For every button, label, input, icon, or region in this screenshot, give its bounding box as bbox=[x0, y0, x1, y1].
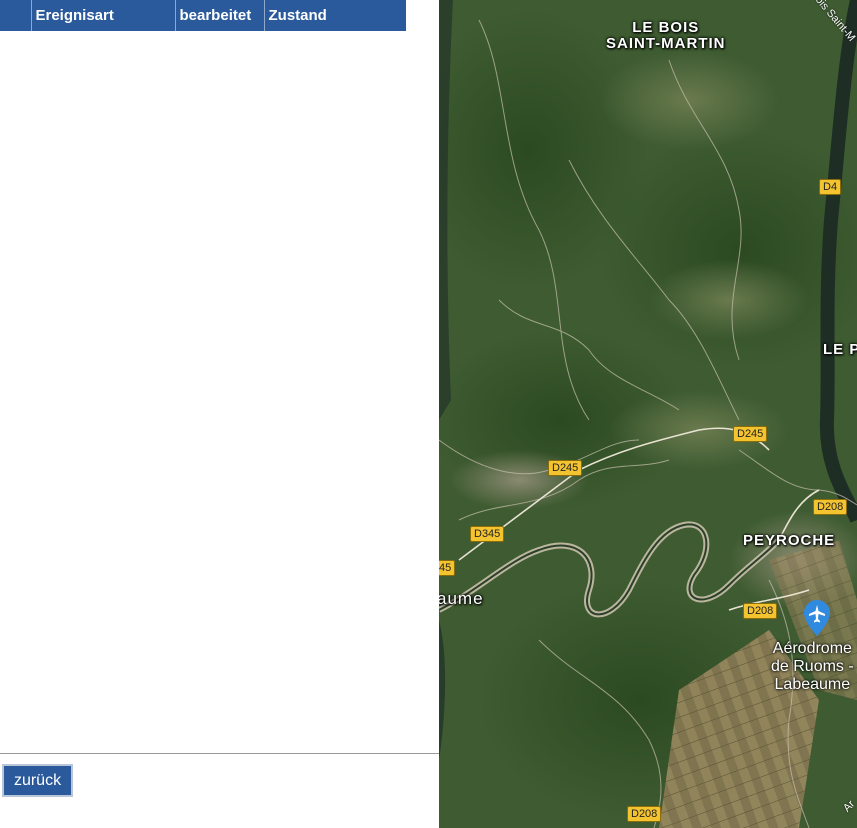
map-imagery bbox=[439, 0, 857, 828]
table-header-row: Ereignisart bearbeitet Zustand bbox=[0, 0, 406, 31]
airport-icon[interactable] bbox=[804, 600, 830, 636]
road-shield-d245-east: D245 bbox=[733, 426, 768, 442]
road-shield-d345: D345 bbox=[470, 526, 505, 542]
column-header-event-type[interactable]: Ereignisart bbox=[31, 0, 176, 31]
event-list-panel: Ereignisart bearbeitet Zustand zurück bbox=[0, 0, 439, 828]
road-shield-d208-south: D208 bbox=[627, 806, 662, 822]
place-label-le-p: LE P bbox=[823, 341, 857, 358]
event-table: Ereignisart bearbeitet Zustand bbox=[0, 0, 406, 31]
road-shield-d208-north: D208 bbox=[813, 499, 848, 515]
footer-divider bbox=[0, 753, 439, 754]
place-label-peyroche: PEYROCHE bbox=[743, 532, 836, 549]
place-label-labeaume: aume bbox=[439, 589, 484, 608]
road-shield-partial: 45 bbox=[439, 560, 456, 576]
column-header-select[interactable] bbox=[0, 0, 32, 31]
poi-label-aerodrome: Aérodrome de Ruoms - Labeaume bbox=[771, 640, 854, 693]
road-shield-d4: D4 bbox=[819, 179, 842, 195]
column-header-edited[interactable]: bearbeitet bbox=[175, 0, 265, 31]
place-label-le-bois-saint-martin: LE BOIS SAINT-MARTIN bbox=[606, 19, 726, 52]
road-shield-d245-west: D245 bbox=[548, 460, 583, 476]
road-shield-d208-middle: D208 bbox=[743, 603, 778, 619]
column-header-state[interactable]: Zustand bbox=[264, 0, 406, 31]
back-button[interactable]: zurück bbox=[2, 764, 73, 797]
satellite-map[interactable]: D4 D245 D245 D208 D345 D208 D208 45 LE B… bbox=[439, 0, 857, 828]
